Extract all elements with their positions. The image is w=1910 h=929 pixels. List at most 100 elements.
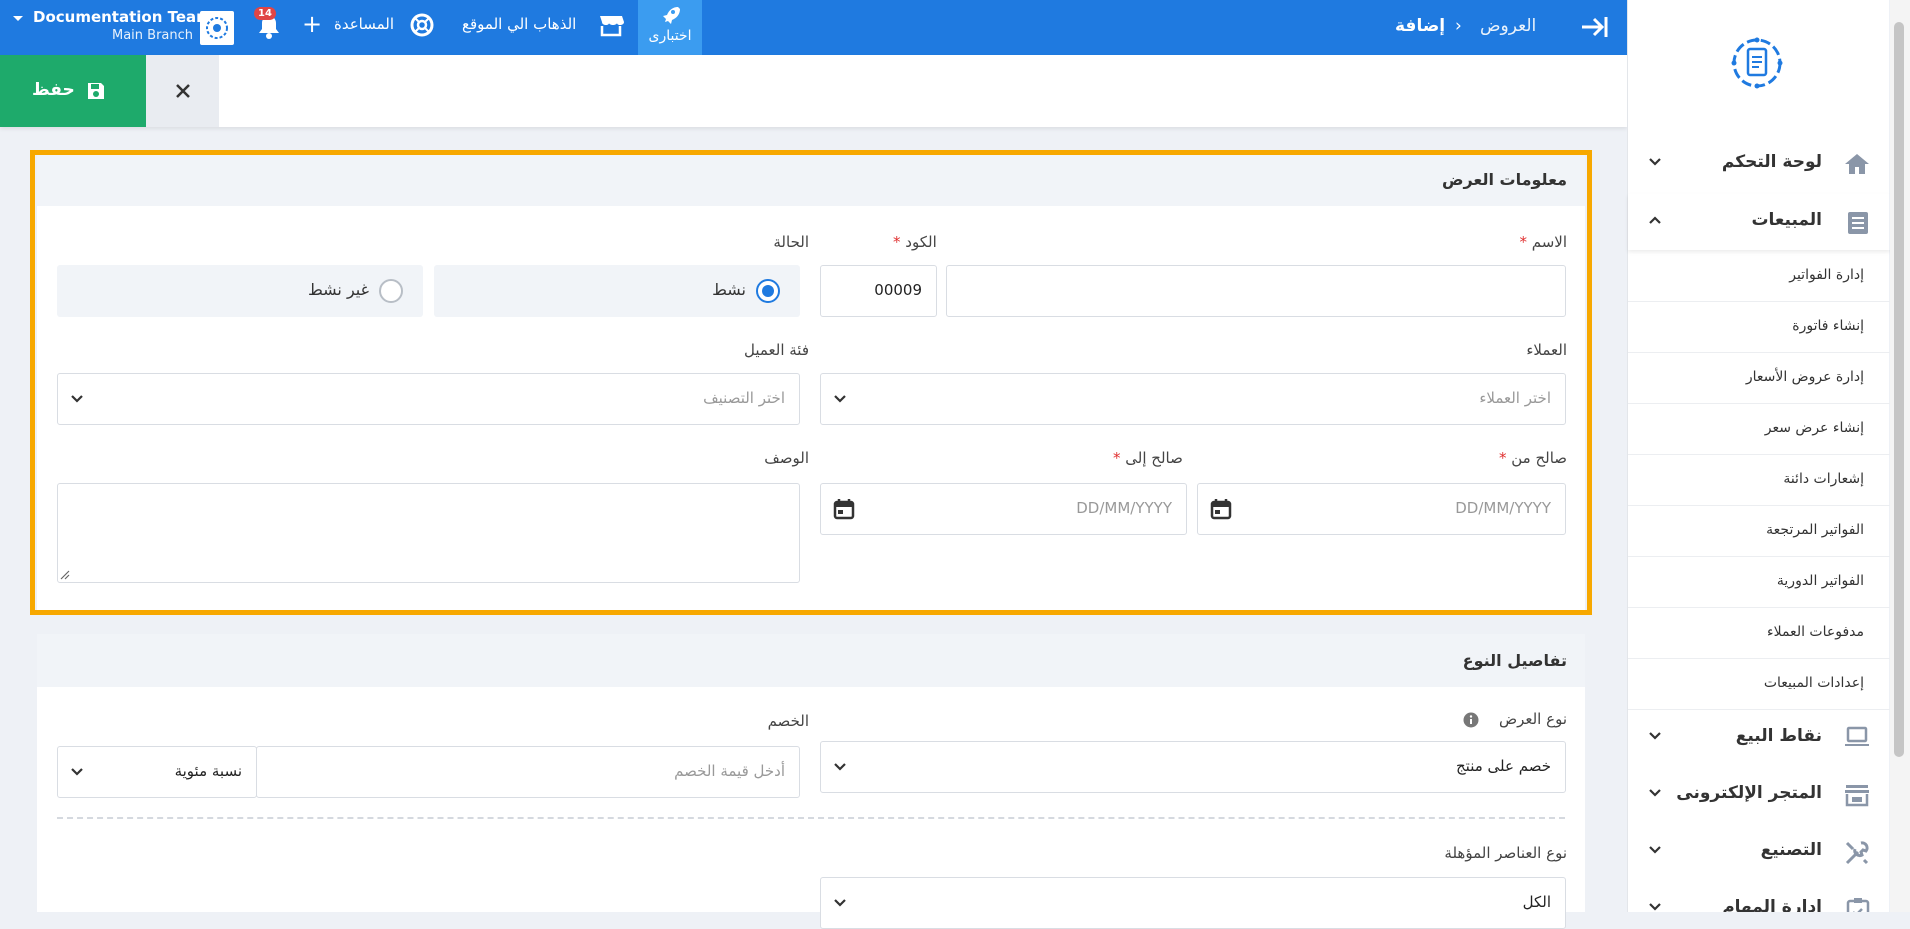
chevron-down-icon xyxy=(1649,732,1661,740)
valid-from-label: * صالح من xyxy=(1493,449,1567,467)
valid-to-input[interactable]: DD/MM/YYYY xyxy=(820,483,1187,535)
valid-to-label: * صالح إلى xyxy=(1107,449,1183,467)
chevron-down-icon xyxy=(1649,789,1661,797)
description-label: الوصف xyxy=(764,449,809,467)
required-mark: * xyxy=(1519,233,1527,251)
chevron-down-icon xyxy=(71,768,83,776)
sidebar-subitem-manage-invoices[interactable]: إدارة الفواتير xyxy=(1628,251,1890,302)
breadcrumb-parent[interactable]: العروض xyxy=(1480,16,1536,36)
sidebar-subitem-recurring-invoices[interactable]: الفواتير الدورية xyxy=(1628,557,1890,608)
chevron-down-icon xyxy=(71,395,83,403)
chevron-down-icon xyxy=(1649,846,1661,854)
code-input[interactable]: 00009 xyxy=(820,265,937,317)
sidebar-item-tasks[interactable]: إدارة المهام xyxy=(1628,881,1890,912)
status-label: الحالة xyxy=(773,233,809,251)
description-textarea[interactable] xyxy=(57,483,800,583)
name-input[interactable] xyxy=(946,265,1566,317)
chevron-down-icon xyxy=(834,899,846,907)
top-bar: Documentation Team Main Branch 14 + المس… xyxy=(0,0,1627,55)
caret-down-icon xyxy=(13,16,23,21)
trial-label: اختبارى xyxy=(648,28,692,44)
chevron-up-icon xyxy=(1649,216,1661,224)
customer-category-select[interactable]: اختر التصنيف xyxy=(57,373,800,425)
eligible-items-value: الكل xyxy=(1522,893,1551,911)
sidebar-subitem-credit-notes[interactable]: إشعارات دائنة xyxy=(1628,455,1890,506)
eligible-items-select[interactable]: الكل xyxy=(820,877,1566,929)
go-to-site-link[interactable]: الذهاب الي الموقع xyxy=(462,15,624,37)
code-label-text: الكود xyxy=(905,233,937,251)
customers-label: العملاء xyxy=(1526,341,1567,359)
customers-select[interactable]: اختر العملاء xyxy=(820,373,1566,425)
trial-button[interactable]: اختبارى xyxy=(638,0,702,55)
status-active-radio[interactable] xyxy=(756,279,780,303)
sidebar-subitem-label: إشعارات دائنة xyxy=(1783,471,1864,487)
sidebar-subitem-create-quote[interactable]: إنشاء عرض سعر xyxy=(1628,404,1890,455)
sidebar-subitem-label: الفواتير المرتجعة xyxy=(1766,522,1864,538)
offer-type-value: خصم على منتج xyxy=(1456,757,1551,775)
name-label: * الاسم xyxy=(1513,233,1567,251)
sidebar-subitem-label: إنشاء فاتورة xyxy=(1792,318,1864,334)
home-icon xyxy=(1845,154,1869,174)
status-inactive-radio[interactable] xyxy=(379,279,403,303)
chevron-down-icon xyxy=(1649,903,1661,911)
info-icon[interactable] xyxy=(1463,712,1479,728)
status-active-option[interactable]: نشط xyxy=(434,265,800,317)
calendar-icon[interactable] xyxy=(833,498,855,520)
sidebar-subitem-label: إعدادات المبيعات xyxy=(1763,675,1864,691)
laptop-icon xyxy=(1845,726,1869,746)
calendar-icon[interactable] xyxy=(1210,498,1232,520)
storefront-icon xyxy=(600,16,624,37)
type-details-panel: تفاصيل النوع نوع العرض خصم على منتج الخص… xyxy=(37,634,1585,929)
sidebar-item-label: نقاط البيع xyxy=(1735,726,1822,746)
sidebar-subitem-create-invoice[interactable]: إنشاء فاتورة xyxy=(1628,302,1890,353)
status-inactive-option[interactable]: غير نشط xyxy=(57,265,423,317)
code-label: * الكود xyxy=(887,233,937,251)
chevron-down-icon xyxy=(834,395,846,403)
add-button[interactable]: + xyxy=(302,10,322,38)
sidebar-item-manufacturing[interactable]: التصنيع xyxy=(1628,824,1890,880)
sidebar-subitem-label: إنشاء عرض سعر xyxy=(1764,420,1864,436)
sidebar-item-pos[interactable]: نقاط البيع xyxy=(1628,710,1890,766)
valid-from-label-text: صالح من xyxy=(1511,449,1567,467)
status-inactive-label: غير نشط xyxy=(307,280,369,299)
sidebar-item-dashboard[interactable]: لوحة التحكم xyxy=(1628,136,1890,192)
sales-icon xyxy=(1848,212,1868,234)
valid-from-input[interactable]: DD/MM/YYYY xyxy=(1197,483,1566,535)
discount-unit-select[interactable]: نسبة مئوية xyxy=(57,746,257,798)
help-link[interactable]: المساعدة xyxy=(334,13,434,37)
breadcrumb-current: إضافة xyxy=(1395,16,1446,36)
page-scrollbar[interactable] xyxy=(1890,0,1910,912)
discount-input[interactable]: أدخل قيمة الخصم xyxy=(256,746,800,798)
org-logo xyxy=(200,11,234,45)
offer-type-select[interactable]: خصم على منتج xyxy=(820,741,1566,793)
offer-info-panel: معلومات العرض * الاسم * الكود 00009 الحا… xyxy=(37,153,1585,611)
save-button[interactable]: حفظ xyxy=(0,55,146,127)
sidebar-item-ecommerce[interactable]: المتجر الإلكترونى xyxy=(1628,767,1890,823)
close-button[interactable] xyxy=(146,55,219,127)
sidebar-subitem-returned-invoices[interactable]: الفواتير المرتجعة xyxy=(1628,506,1890,557)
eligible-items-label: نوع العناصر المؤهلة xyxy=(1444,844,1567,862)
sidebar-subitem-manage-quotes[interactable]: إدارة عروض الأسعار xyxy=(1628,353,1890,404)
sidebar-item-label: لوحة التحكم xyxy=(1721,152,1822,172)
sidebar-subitem-customer-payments[interactable]: مدفوعات العملاء xyxy=(1628,608,1890,659)
notifications-badge: 14 xyxy=(254,7,276,20)
sidebar-subitem-sales-settings[interactable]: إعدادات المبيعات xyxy=(1628,659,1890,710)
tools-icon xyxy=(1845,841,1869,865)
valid-to-label-text: صالح إلى xyxy=(1125,449,1183,467)
floppy-disk-icon xyxy=(88,83,104,99)
valid-to-placeholder: DD/MM/YYYY xyxy=(1076,499,1172,517)
name-label-text: الاسم xyxy=(1531,233,1567,251)
sidebar-subitem-label: مدفوعات العملاء xyxy=(1767,624,1864,640)
section-divider xyxy=(57,817,1565,819)
offer-type-label: نوع العرض xyxy=(1499,710,1567,728)
app-logo xyxy=(1731,37,1783,89)
sidebar-item-sales[interactable]: المبيعات xyxy=(1628,194,1890,250)
branch-name: Main Branch xyxy=(112,28,194,43)
chevron-down-icon xyxy=(834,763,846,771)
action-bar: حفظ xyxy=(0,55,1627,127)
scrollbar-thumb[interactable] xyxy=(1894,22,1904,757)
resize-handle-icon[interactable] xyxy=(60,570,70,580)
org-switcher[interactable]: Documentation Team Main Branch xyxy=(8,6,238,50)
menu-toggle-icon[interactable] xyxy=(1580,14,1610,40)
discount-label: الخصم xyxy=(767,712,809,730)
